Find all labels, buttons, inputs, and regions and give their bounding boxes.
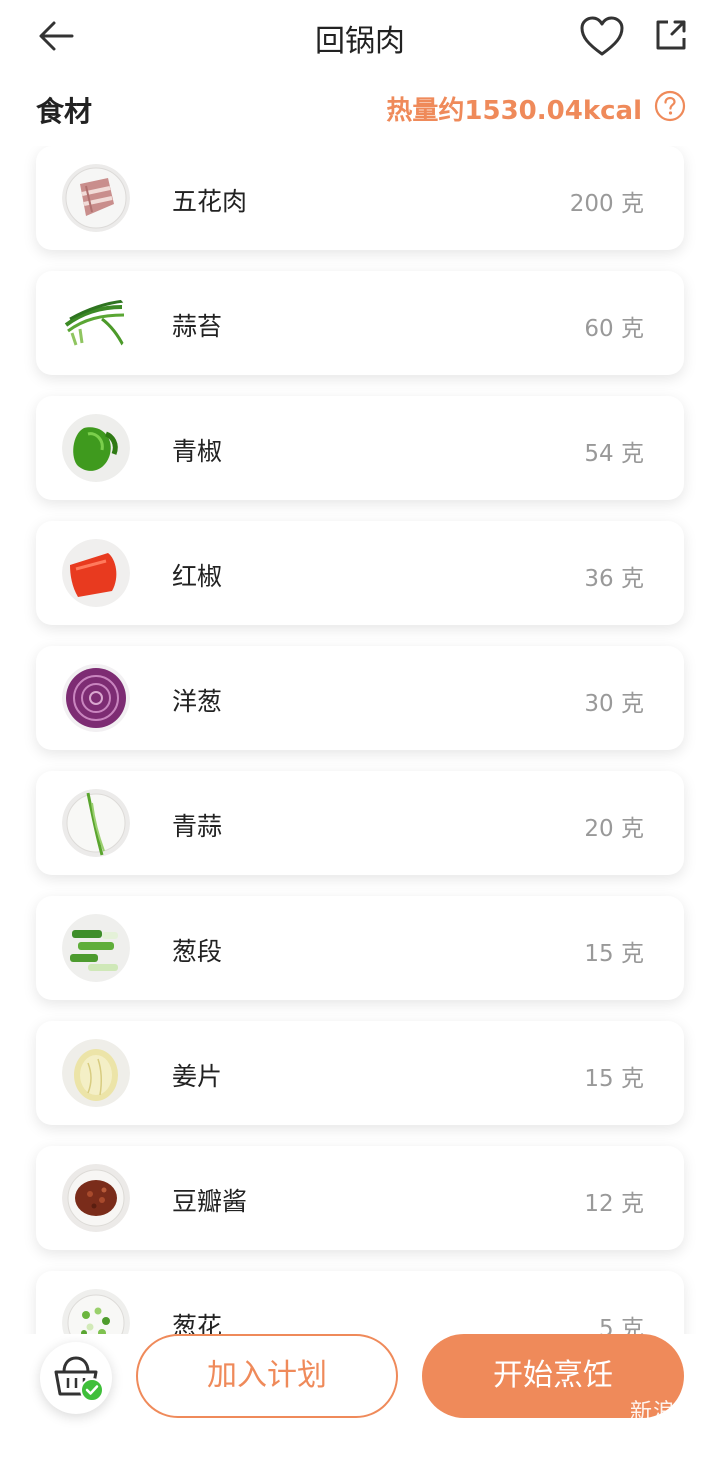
section-title: 食材	[36, 95, 93, 128]
ingredient-list: 五花肉 200 克 蒜苔 60 克 青椒 54 克 红椒 36 克 洋葱 30 …	[0, 146, 720, 1334]
red-pepper-icon	[62, 539, 130, 607]
ingredient-amount: 54 克	[584, 441, 644, 467]
ingredient-item[interactable]: 葱段 15 克	[36, 896, 684, 1000]
add-to-plan-button[interactable]: 加入计划	[136, 1334, 398, 1418]
check-icon	[80, 1378, 104, 1402]
ingredient-name: 青蒜	[172, 812, 223, 841]
ingredient-name: 青椒	[172, 437, 223, 466]
garlic-sprout-icon	[62, 289, 130, 357]
ingredient-amount: 60 克	[584, 316, 644, 342]
ingredient-name: 姜片	[172, 1062, 223, 1091]
ginger-slice-icon	[62, 1039, 130, 1107]
top-bar: 回锅肉	[0, 0, 720, 72]
ingredient-name: 五花肉	[172, 187, 248, 216]
ingredient-item[interactable]: 葱花 5 克	[36, 1271, 684, 1334]
ingredient-name: 豆瓣酱	[172, 1187, 248, 1216]
ingredient-amount: 36 克	[584, 566, 644, 592]
watermark: 新浪众测	[630, 1400, 700, 1457]
scallion-segments-icon	[62, 914, 130, 982]
bean-paste-icon	[62, 1164, 130, 1232]
ingredient-item[interactable]: 青蒜 20 克	[36, 771, 684, 875]
pork-belly-icon	[62, 164, 130, 232]
ingredient-item[interactable]: 豆瓣酱 12 克	[36, 1146, 684, 1250]
shopping-basket-button[interactable]	[40, 1342, 112, 1414]
ingredient-item[interactable]: 姜片 15 克	[36, 1021, 684, 1125]
ingredients-header: 食材 热量约1530.04kcal	[0, 84, 720, 132]
green-garlic-icon	[62, 789, 130, 857]
ingredient-amount: 15 克	[584, 941, 644, 967]
ingredient-name: 葱花	[172, 1312, 223, 1334]
question-icon	[654, 90, 686, 122]
heart-icon	[580, 16, 624, 56]
ingredient-item[interactable]: 红椒 36 克	[36, 521, 684, 625]
calorie-text: 热量约1530.04kcal	[386, 96, 642, 126]
ingredient-amount: 200 克	[569, 191, 644, 217]
ingredient-item[interactable]: 洋葱 30 克	[36, 646, 684, 750]
ingredient-item[interactable]: 五花肉 200 克	[36, 146, 684, 250]
ingredient-amount: 5 克	[599, 1316, 644, 1334]
ingredient-amount: 30 克	[584, 691, 644, 717]
ingredient-name: 洋葱	[172, 687, 223, 716]
chopped-scallion-icon	[62, 1289, 130, 1334]
ingredient-name: 蒜苔	[172, 312, 223, 341]
share-button[interactable]	[650, 14, 692, 56]
ingredient-item[interactable]: 青椒 54 克	[36, 396, 684, 500]
onion-icon	[62, 664, 130, 732]
ingredient-amount: 20 克	[584, 816, 644, 842]
ingredient-name: 红椒	[172, 562, 223, 591]
ingredient-amount: 15 克	[584, 1066, 644, 1092]
favorite-button[interactable]	[578, 14, 626, 58]
ingredient-item[interactable]: 蒜苔 60 克	[36, 271, 684, 375]
ingredient-name: 葱段	[172, 937, 223, 966]
ingredient-amount: 12 克	[584, 1191, 644, 1217]
green-pepper-icon	[62, 414, 130, 482]
calorie-help-button[interactable]	[654, 90, 686, 122]
share-icon	[656, 20, 686, 50]
